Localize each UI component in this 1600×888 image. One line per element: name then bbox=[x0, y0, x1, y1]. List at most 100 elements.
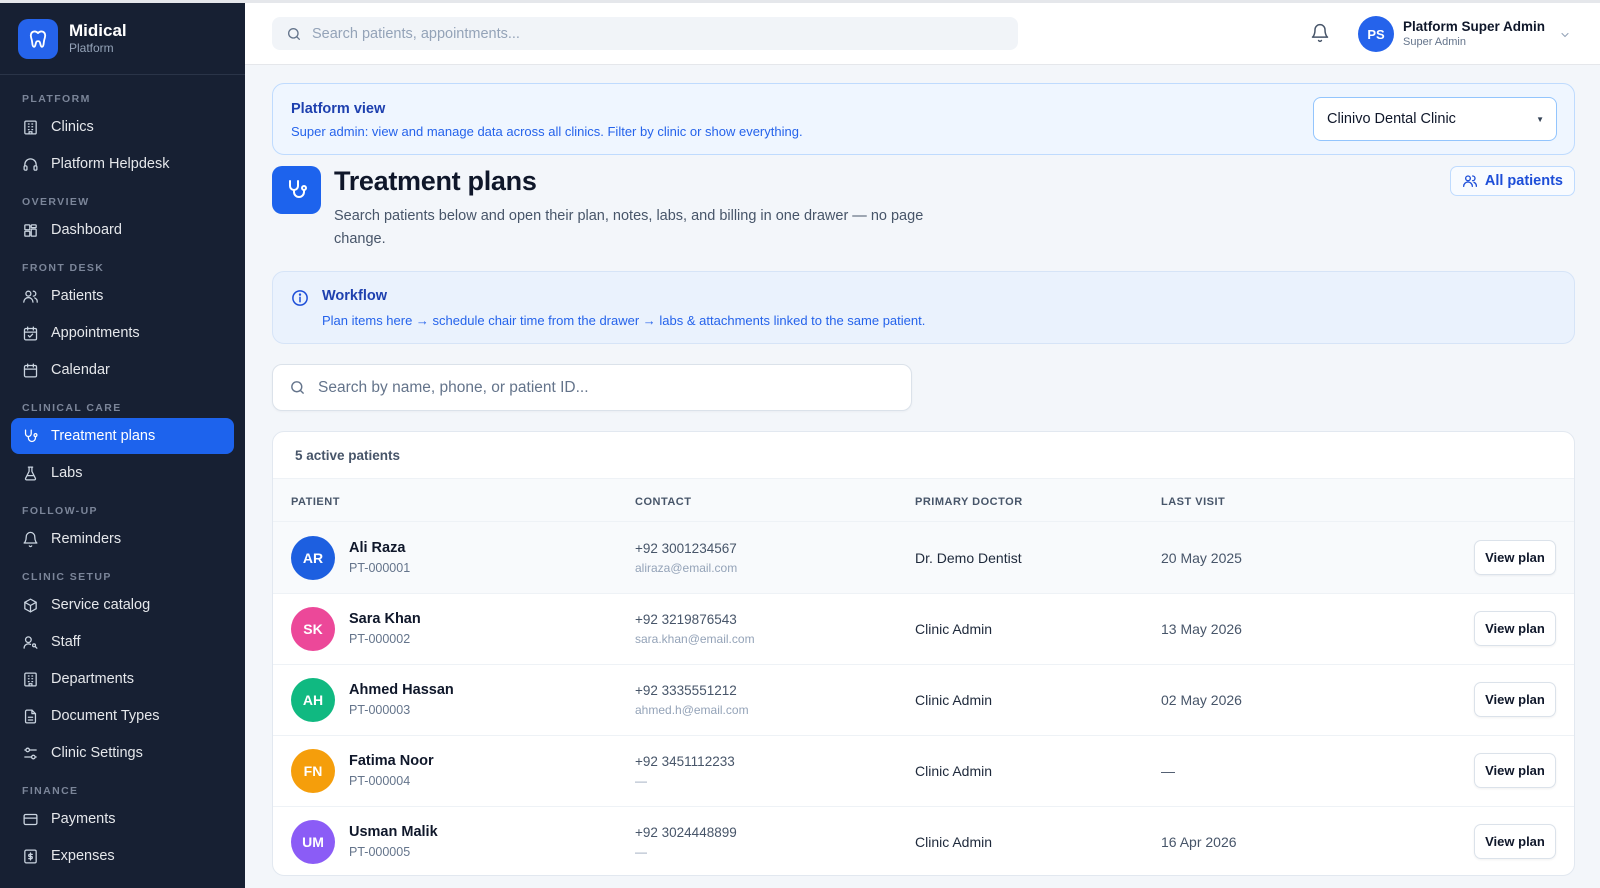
bell-icon bbox=[1311, 23, 1329, 43]
sidebar-item-departments[interactable]: Departments bbox=[11, 661, 234, 697]
info-icon bbox=[292, 290, 308, 306]
users-icon bbox=[1462, 175, 1477, 187]
sidebar-item-labs[interactable]: Labs bbox=[11, 455, 234, 491]
table-row[interactable]: AR Ali Raza PT-000001 +92 3001234567 ali… bbox=[273, 522, 1574, 594]
receipt-icon bbox=[24, 848, 37, 864]
sidebar-section-title: PLATFORM bbox=[22, 93, 91, 105]
table-header: PATIENT CONTACT PRIMARY DOCTOR LAST VISI… bbox=[273, 478, 1574, 522]
patient-id: PT-000004 bbox=[349, 774, 411, 788]
sidebar-item-reminders[interactable]: Reminders bbox=[11, 521, 234, 557]
user-name: Platform Super Admin bbox=[1403, 19, 1546, 34]
patient-name: Ali Raza bbox=[349, 540, 406, 556]
patient-email: — bbox=[635, 774, 647, 788]
patient-count: 5 active patients bbox=[295, 448, 401, 463]
brand[interactable]: Midical Platform bbox=[0, 3, 245, 75]
all-patients-button[interactable]: All patients bbox=[1449, 166, 1575, 196]
sidebar-section-title: OVERVIEW bbox=[22, 196, 90, 208]
patients-table: 5 active patients PATIENT CONTACT PRIMAR… bbox=[272, 431, 1575, 876]
platform-view-description: Super admin: view and manage data across… bbox=[291, 124, 803, 139]
sidebar-item-staff[interactable]: Staff bbox=[11, 624, 234, 660]
headset-icon bbox=[23, 157, 38, 171]
column-header-contact: CONTACT bbox=[635, 496, 692, 508]
workflow-description: Plan items here → schedule chair time fr… bbox=[322, 313, 926, 328]
column-header-patient: PATIENT bbox=[291, 496, 340, 508]
primary-doctor: Dr. Demo Dentist bbox=[915, 550, 1022, 566]
users-icon bbox=[23, 290, 38, 303]
patient-email: — bbox=[635, 845, 647, 859]
table-row[interactable]: FN Fatima Noor PT-000004 +92 3451112233 … bbox=[273, 735, 1574, 807]
patient-id: PT-000002 bbox=[349, 632, 411, 646]
global-search[interactable] bbox=[272, 17, 1018, 50]
chevron-down-icon bbox=[1561, 32, 1569, 38]
bell-icon bbox=[23, 531, 38, 547]
user-role: Super Admin bbox=[1403, 36, 1466, 48]
avatar: PS bbox=[1358, 16, 1394, 52]
view-plan-button[interactable]: View plan bbox=[1474, 753, 1556, 788]
patient-id: PT-000001 bbox=[349, 561, 411, 575]
caret-down-icon: ▼ bbox=[1536, 115, 1544, 124]
patient-search[interactable] bbox=[272, 364, 912, 411]
sidebar-item-patients[interactable]: Patients bbox=[11, 278, 234, 314]
user-key-icon bbox=[23, 635, 38, 649]
sidebar-item-label: Staff bbox=[51, 634, 81, 650]
patient-id: PT-000003 bbox=[349, 703, 411, 717]
clinic-filter-value: Clinivo Dental Clinic bbox=[1327, 111, 1456, 127]
building-icon bbox=[24, 671, 37, 687]
view-plan-button[interactable]: View plan bbox=[1474, 611, 1556, 646]
patient-phone: +92 3451112233 bbox=[635, 754, 735, 769]
patient-name: Ahmed Hassan bbox=[349, 682, 454, 698]
primary-doctor: Clinic Admin bbox=[915, 763, 993, 779]
table-row[interactable]: AH Ahmed Hassan PT-000003 +92 3335551212… bbox=[273, 664, 1574, 736]
sidebar-item-calendar[interactable]: Calendar bbox=[11, 352, 234, 388]
brand-subtitle: Platform bbox=[69, 41, 114, 55]
sidebar-item-expenses[interactable]: Expenses bbox=[11, 838, 234, 874]
patient-search-input[interactable] bbox=[318, 378, 878, 397]
sidebar-item-label: Clinics bbox=[51, 119, 94, 135]
sidebar-item-document-types[interactable]: Document Types bbox=[11, 698, 234, 734]
patient-name: Fatima Noor bbox=[349, 753, 434, 769]
sidebar-item-dashboard[interactable]: Dashboard bbox=[11, 212, 234, 248]
sidebar-item-service-catalog[interactable]: Service catalog bbox=[11, 587, 234, 623]
table-row[interactable]: UM Usman Malik PT-000005 +92 3024448899 … bbox=[273, 806, 1574, 875]
platform-view-banner: Platform view Super admin: view and mana… bbox=[272, 83, 1575, 155]
patient-name: Usman Malik bbox=[349, 824, 438, 840]
sidebar-item-platform-helpdesk[interactable]: Platform Helpdesk bbox=[11, 146, 234, 182]
notifications-button[interactable] bbox=[1310, 23, 1330, 48]
sidebar-item-label: Service catalog bbox=[51, 597, 151, 613]
sidebar-item-treatment-plans[interactable]: Treatment plans bbox=[11, 418, 234, 454]
last-visit: 16 Apr 2026 bbox=[1161, 834, 1237, 850]
sidebar-section-title: FOLLOW-UP bbox=[22, 505, 98, 517]
clinic-filter-select[interactable]: Clinivo Dental Clinic ▼ bbox=[1313, 97, 1557, 141]
stethoscope-icon bbox=[24, 428, 38, 442]
patient-email: sara.khan@email.com bbox=[635, 632, 755, 646]
sidebar-item-payments[interactable]: Payments bbox=[11, 801, 234, 837]
column-header-last-visit: LAST VISIT bbox=[1161, 496, 1226, 508]
view-plan-button[interactable]: View plan bbox=[1474, 540, 1556, 575]
platform-view-title: Platform view bbox=[291, 101, 386, 117]
view-plan-button[interactable]: View plan bbox=[1474, 824, 1556, 859]
patient-name: Sara Khan bbox=[349, 611, 421, 627]
calendar-check-icon bbox=[23, 325, 38, 341]
calendar-icon bbox=[23, 362, 38, 378]
patient-email: aliraza@email.com bbox=[635, 561, 738, 575]
patient-phone: +92 3001234567 bbox=[635, 541, 737, 556]
last-visit: 20 May 2025 bbox=[1161, 550, 1242, 566]
primary-doctor: Clinic Admin bbox=[915, 692, 993, 708]
page-title: Treatment plans bbox=[334, 166, 537, 196]
view-plan-button[interactable]: View plan bbox=[1474, 682, 1556, 717]
sidebar-item-label: Patients bbox=[51, 288, 104, 304]
sidebar-item-label: Labs bbox=[51, 465, 83, 481]
patient-id: PT-000005 bbox=[349, 845, 411, 859]
user-menu[interactable]: PS Platform Super Admin Super Admin bbox=[1358, 16, 1571, 52]
sidebar-item-appointments[interactable]: Appointments bbox=[11, 315, 234, 351]
sidebar-section-title: CLINICAL CARE bbox=[22, 402, 122, 414]
sidebar-item-label: Document Types bbox=[51, 708, 160, 724]
sidebar-item-clinics[interactable]: Clinics bbox=[11, 109, 234, 145]
last-visit: 13 May 2026 bbox=[1161, 621, 1242, 637]
table-row[interactable]: SK Sara Khan PT-000002 +92 3219876543 sa… bbox=[273, 593, 1574, 665]
global-search-input[interactable] bbox=[312, 25, 912, 42]
column-header-doctor: PRIMARY DOCTOR bbox=[915, 496, 1023, 508]
sidebar-item-clinic-settings[interactable]: Clinic Settings bbox=[11, 735, 234, 771]
last-visit: 02 May 2026 bbox=[1161, 692, 1242, 708]
grid-icon bbox=[24, 223, 37, 237]
